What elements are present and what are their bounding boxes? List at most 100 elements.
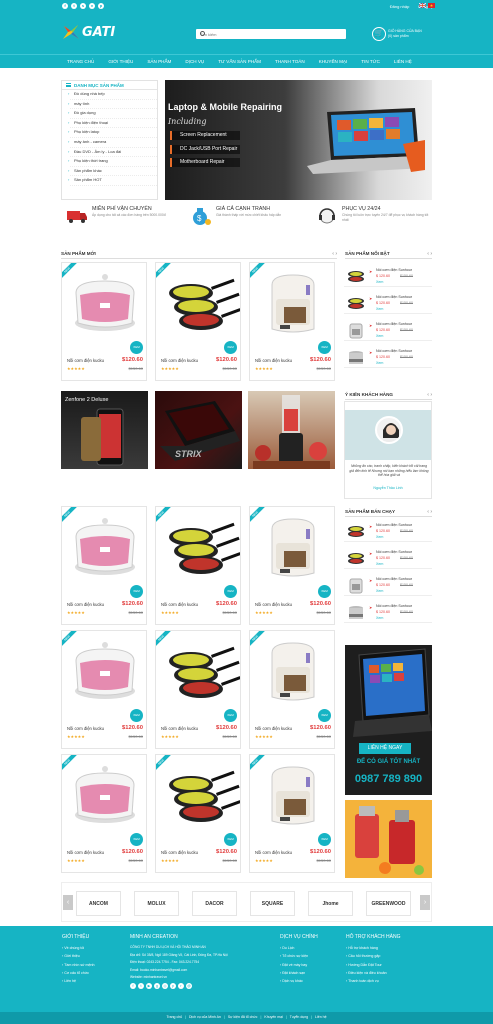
- product-image[interactable]: [62, 263, 146, 345]
- category-item[interactable]: Phụ kiện thời trang: [68, 157, 157, 167]
- brand-logo[interactable]: ANCOM: [76, 891, 121, 916]
- product-image[interactable]: [250, 631, 334, 713]
- product-name[interactable]: Nồi cơm điện kucku: [161, 850, 198, 855]
- chevron-right-icon[interactable]: ›: [420, 895, 430, 910]
- juicer-banner[interactable]: [345, 800, 432, 878]
- footer-link[interactable]: Thanh toán dịch vụ: [346, 977, 400, 985]
- facebook-icon[interactable]: f: [62, 3, 68, 9]
- product-name[interactable]: Nồi cơm điện Sunhour: [376, 349, 412, 353]
- view-button[interactable]: XEM: [130, 585, 143, 598]
- nav-home[interactable]: TRANG CHỦ: [60, 55, 101, 68]
- bottom-link[interactable]: Liên hệ: [315, 1015, 326, 1019]
- product-name[interactable]: Nồi cơm điện kucku: [67, 602, 104, 607]
- product-name[interactable]: Nồi cơm điện Sunhour: [376, 550, 412, 554]
- product-image[interactable]: [156, 755, 240, 837]
- footer-link[interactable]: Hỗ trợ khách hàng: [346, 944, 400, 952]
- product-card[interactable]: NEW XEM Nồi cơm điện kucku $120.60 ★★★★★ $150…: [249, 754, 335, 873]
- product-thumbnail[interactable]: [346, 550, 366, 567]
- product-name[interactable]: Nồi cơm điện kucku: [255, 358, 292, 363]
- product-thumbnail[interactable]: [346, 322, 366, 339]
- product-image[interactable]: [62, 755, 146, 837]
- promo-banner[interactable]: LIÊN HỆ NGAY ĐỂ CÓ GIÁ TỐT NHẤT 0987 789…: [345, 645, 432, 795]
- youtube-icon[interactable]: ▶: [146, 982, 152, 989]
- product-card[interactable]: NEW XEM Nồi cơm điện kucku $120.60 ★★★★★ $150…: [249, 506, 335, 625]
- banner-strix[interactable]: STRIX: [155, 391, 242, 469]
- nav-contact[interactable]: LIÊN HỆ: [387, 55, 419, 68]
- product-name[interactable]: Nồi cơm điện kucku: [161, 358, 198, 363]
- pinterest-icon[interactable]: p: [170, 982, 176, 989]
- product-card[interactable]: NEW XEM Nồi cơm điện kucku $120.60 ★★★★★ $150…: [249, 630, 335, 749]
- product-card[interactable]: NEW XEM Nồi cơm điện kucku $120.60 ★★★★★ $150…: [61, 506, 147, 625]
- contact-now-button[interactable]: LIÊN HỆ NGAY: [359, 743, 411, 754]
- product-name[interactable]: Nồi cơm điện Sunhour: [376, 523, 412, 527]
- product-card[interactable]: NEW XEM Nồi cơm điện kucku $120.60 ★★★★★ $150…: [249, 262, 335, 381]
- company-email[interactable]: Email: booko.minhantravel@gmail.com: [130, 967, 270, 975]
- category-item[interactable]: máy tính: [68, 100, 157, 110]
- site-logo[interactable]: GATI: [62, 24, 115, 40]
- category-item[interactable]: máy ảnh - camera: [68, 138, 157, 148]
- view-button[interactable]: XEM: [130, 833, 143, 846]
- brand-logo[interactable]: Jhome: [308, 891, 353, 916]
- view-link[interactable]: Xem: [376, 562, 383, 566]
- english-flag-icon[interactable]: [419, 3, 426, 8]
- view-button[interactable]: XEM: [224, 709, 237, 722]
- footer-link[interactable]: Cơ cấu tổ chức: [62, 969, 95, 977]
- footer-link[interactable]: Tổ chức sự kiện: [280, 952, 318, 960]
- footer-link[interactable]: Hướng Dẫn Đặt Tour: [346, 961, 400, 969]
- product-image[interactable]: [156, 631, 240, 713]
- search-icon[interactable]: [200, 31, 205, 36]
- chevron-left-icon[interactable]: ‹: [63, 895, 73, 910]
- bottom-link[interactable]: Tuyển dụng: [290, 1015, 308, 1019]
- category-item[interactable]: Sản phẩm HOT: [68, 176, 157, 186]
- brand-logo[interactable]: GREENWOOD: [366, 891, 411, 916]
- view-link[interactable]: Xem: [376, 616, 383, 620]
- pinterest-icon[interactable]: p: [98, 3, 104, 9]
- category-item[interactable]: Phụ kiện latop: [68, 128, 157, 138]
- cart-icon[interactable]: 🛒: [372, 27, 386, 41]
- category-item[interactable]: Phụ kiện điện thoại: [68, 119, 157, 129]
- product-name[interactable]: Nồi cơm điện Sunhour: [376, 268, 412, 272]
- product-name[interactable]: Nồi cơm điện Sunhour: [376, 577, 412, 581]
- cart-widget[interactable]: 🛒 GIỎ HÀNG CỦA BẠN (0) sản phẩm: [372, 27, 422, 41]
- product-name[interactable]: Nồi cơm điện kucku: [255, 602, 292, 607]
- view-link[interactable]: Xem: [376, 589, 383, 593]
- view-button[interactable]: XEM: [224, 585, 237, 598]
- product-image[interactable]: [250, 755, 334, 837]
- banner-blender[interactable]: [248, 391, 335, 469]
- product-name[interactable]: Nồi cơm điện kucku: [67, 358, 104, 363]
- product-name[interactable]: Nồi cơm điện kucku: [161, 602, 198, 607]
- product-thumbnail[interactable]: [346, 268, 366, 285]
- category-item[interactable]: Sản phẩm khác: [68, 167, 157, 177]
- product-name[interactable]: Nồi cơm điện kucku: [255, 850, 292, 855]
- instagram-icon[interactable]: ◎: [162, 982, 168, 989]
- view-button[interactable]: XEM: [130, 709, 143, 722]
- bottom-link[interactable]: Khuyến mại: [264, 1015, 282, 1019]
- category-item[interactable]: Đồ dùng nhà bếp: [68, 90, 157, 100]
- product-card[interactable]: NEW XEM Nồi cơm điện kucku $120.60 ★★★★★ $150…: [155, 754, 241, 873]
- footer-link[interactable]: Điều kiện và điều khoản: [346, 969, 400, 977]
- nav-about[interactable]: GIỚI THIỆU: [101, 55, 140, 68]
- product-card[interactable]: NEW XEM Nồi cơm điện kucku $120.60 ★★★★★ $150…: [155, 506, 241, 625]
- product-thumbnail[interactable]: [346, 604, 366, 621]
- footer-link[interactable]: Dịch vụ khác: [280, 977, 318, 985]
- view-button[interactable]: XEM: [224, 833, 237, 846]
- carousel-arrows-icon[interactable]: ‹ ›: [427, 508, 432, 516]
- nav-payment[interactable]: THANH TOÁN: [268, 55, 312, 68]
- nav-news[interactable]: TIN TỨC: [354, 55, 387, 68]
- category-item[interactable]: Đầu DVD - Âm ly - Loa đài: [68, 148, 157, 158]
- footer-link[interactable]: Giới thiệu: [62, 952, 95, 960]
- product-image[interactable]: [156, 263, 240, 345]
- view-button[interactable]: XEM: [130, 341, 143, 354]
- product-card[interactable]: NEW XEM Nồi cơm điện kucku $120.60 ★★★★★ $150…: [61, 754, 147, 873]
- twitter-icon[interactable]: t: [138, 982, 144, 989]
- twitter-icon[interactable]: t: [71, 3, 77, 9]
- view-button[interactable]: XEM: [224, 341, 237, 354]
- product-name[interactable]: Nồi cơm điện Sunhour: [376, 322, 412, 326]
- product-card[interactable]: NEW XEM Nồi cơm điện kucku $120.60 ★★★★★ $150…: [61, 630, 147, 749]
- bottom-link[interactable]: Trang chủ: [166, 1015, 182, 1019]
- product-name[interactable]: Nồi cơm điện kucku: [161, 726, 198, 731]
- product-thumbnail[interactable]: [346, 523, 366, 540]
- product-name[interactable]: Nồi cơm điện kucku: [255, 726, 292, 731]
- view-link[interactable]: Xem: [376, 307, 383, 311]
- side-product-item[interactable]: ➤ Nồi cơm điện Sunhour $ 120.60 $150.60 Xem: [344, 602, 432, 623]
